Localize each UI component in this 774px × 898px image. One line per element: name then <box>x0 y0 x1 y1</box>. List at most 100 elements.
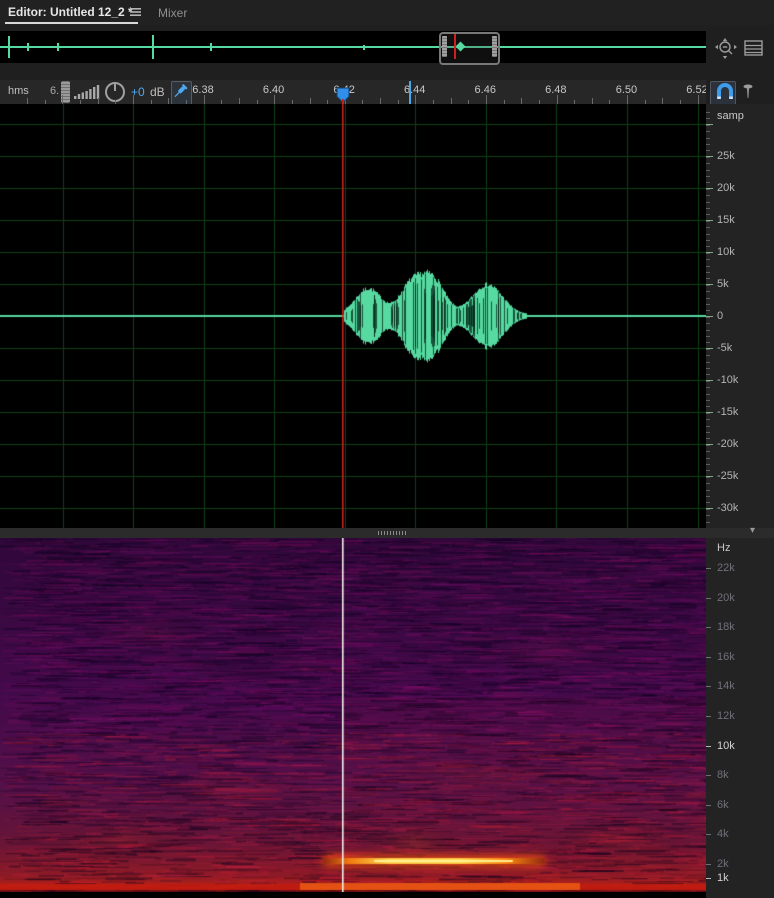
add-marker-icon[interactable] <box>740 83 756 101</box>
sample-major-tick <box>706 476 713 477</box>
sample-minor-tick <box>706 515 710 516</box>
sample-minor-tick <box>706 227 710 228</box>
sample-scale-label: 25k <box>717 150 735 162</box>
frequency-tick <box>706 568 711 569</box>
waveform-canvas[interactable] <box>0 104 706 528</box>
panel-list-icon[interactable] <box>744 39 764 62</box>
sample-minor-tick <box>706 323 710 324</box>
sample-minor-tick <box>706 458 710 459</box>
sample-minor-tick <box>706 490 710 491</box>
sample-minor-tick <box>706 464 710 465</box>
frequency-scale-label: 14k <box>717 680 735 692</box>
sample-minor-tick <box>706 470 710 471</box>
sample-minor-tick <box>706 138 710 139</box>
view-range-box[interactable] <box>439 32 500 65</box>
sample-minor-tick <box>706 240 710 241</box>
sample-minor-tick <box>706 259 710 260</box>
sample-scale-label: -5k <box>717 342 732 354</box>
overview-spike <box>8 36 10 58</box>
sample-major-tick <box>706 444 713 445</box>
tab-mixer[interactable]: Mixer <box>158 6 187 20</box>
autoscroll-pin-button[interactable] <box>171 81 192 104</box>
ruler-tick <box>557 95 558 104</box>
sample-minor-tick <box>706 355 710 356</box>
sample-major-tick <box>706 284 713 285</box>
view-range-right-handle[interactable] <box>492 36 497 57</box>
ruler-tick <box>486 95 487 104</box>
frequency-scale[interactable]: Hz 22k20k18k16k14k12k10k8k6k4k2k1k <box>706 538 774 898</box>
sample-minor-tick <box>706 426 710 427</box>
divider-drag-handle[interactable] <box>378 531 406 535</box>
sample-minor-tick <box>706 112 710 113</box>
sample-amplitude-scale[interactable]: samp 25k20k15k10k5k0-5k-10k-15k-20k-25k-… <box>706 104 774 535</box>
sample-scale-label: 0 <box>717 310 723 322</box>
ruler-tick <box>627 95 628 104</box>
sample-major-tick <box>706 380 713 381</box>
sample-minor-tick <box>706 419 710 420</box>
sample-minor-tick <box>706 522 710 523</box>
frequency-tick <box>706 686 711 687</box>
frequency-scale-label: 18k <box>717 621 735 633</box>
sample-minor-tick <box>706 400 710 401</box>
sample-minor-tick <box>706 163 710 164</box>
sample-minor-tick <box>706 374 710 375</box>
sample-minor-tick <box>706 304 710 305</box>
frequency-scale-label: 6k <box>717 799 729 811</box>
sample-minor-tick <box>706 362 710 363</box>
frequency-tick <box>706 864 711 865</box>
sample-scale-label: 10k <box>717 246 735 258</box>
sample-minor-tick <box>706 182 710 183</box>
frequency-tick <box>706 657 711 658</box>
frequency-scale-label: 16k <box>717 651 735 663</box>
overview-spike <box>363 45 365 50</box>
snap-toggle-button[interactable] <box>710 81 736 105</box>
bottom-edge-strip <box>0 892 706 898</box>
ruler-tick <box>415 95 416 104</box>
sample-major-tick <box>706 412 713 413</box>
sample-minor-tick <box>706 170 710 171</box>
time-label: 6.52 <box>686 84 706 96</box>
sample-scale-label: 5k <box>717 278 729 290</box>
frequency-scale-label: 4k <box>717 828 729 840</box>
overview-spike <box>152 35 154 59</box>
overview-spike <box>27 43 29 51</box>
frequency-scale-label: 1k <box>717 872 729 884</box>
sample-scale-label: -20k <box>717 438 738 450</box>
view-range-left-handle[interactable] <box>442 36 447 57</box>
sample-scale-label: 15k <box>717 214 735 226</box>
sample-scale-label: -25k <box>717 470 738 482</box>
level-unit-label: dB <box>150 85 165 99</box>
sample-minor-tick <box>706 342 710 343</box>
sample-minor-tick <box>706 272 710 273</box>
timeline-marker-line[interactable] <box>409 81 411 104</box>
frequency-tick <box>706 878 711 879</box>
overview-waveform-strip[interactable] <box>0 31 706 63</box>
overview-spike <box>210 43 212 51</box>
editor-tab-menu-icon[interactable] <box>129 5 142 23</box>
frequency-tick <box>706 834 711 835</box>
panel-divider[interactable]: ▾ <box>0 528 774 538</box>
sample-minor-tick <box>706 483 710 484</box>
spectrogram-canvas[interactable] <box>0 538 706 892</box>
sample-minor-tick <box>706 298 710 299</box>
overview-baseline <box>0 46 706 48</box>
sample-major-tick <box>706 316 713 317</box>
sample-minor-tick <box>706 118 710 119</box>
tab-bar: Editor: Untitled 12_2 * Mixer <box>0 0 774 25</box>
active-tab-underline <box>5 22 138 24</box>
timeline-ruler[interactable]: hms 6. +0 dB <box>0 80 706 104</box>
view-range-audio-blob <box>456 42 466 52</box>
zoom-navigate-icon[interactable] <box>713 37 739 66</box>
ruler-tick <box>62 95 63 104</box>
frequency-scale-unit: Hz <box>717 542 730 554</box>
frequency-scale-label: 12k <box>717 710 735 722</box>
ruler-tick <box>274 95 275 104</box>
sample-minor-tick <box>706 266 710 267</box>
sample-major-tick <box>706 220 713 221</box>
sample-minor-tick <box>706 195 710 196</box>
sample-minor-tick <box>706 131 710 132</box>
tab-editor[interactable]: Editor: Untitled 12_2 * <box>8 5 133 19</box>
scroll-down-arrow-icon[interactable]: ▾ <box>750 525 755 536</box>
sample-minor-tick <box>706 438 710 439</box>
sample-major-tick <box>706 348 713 349</box>
